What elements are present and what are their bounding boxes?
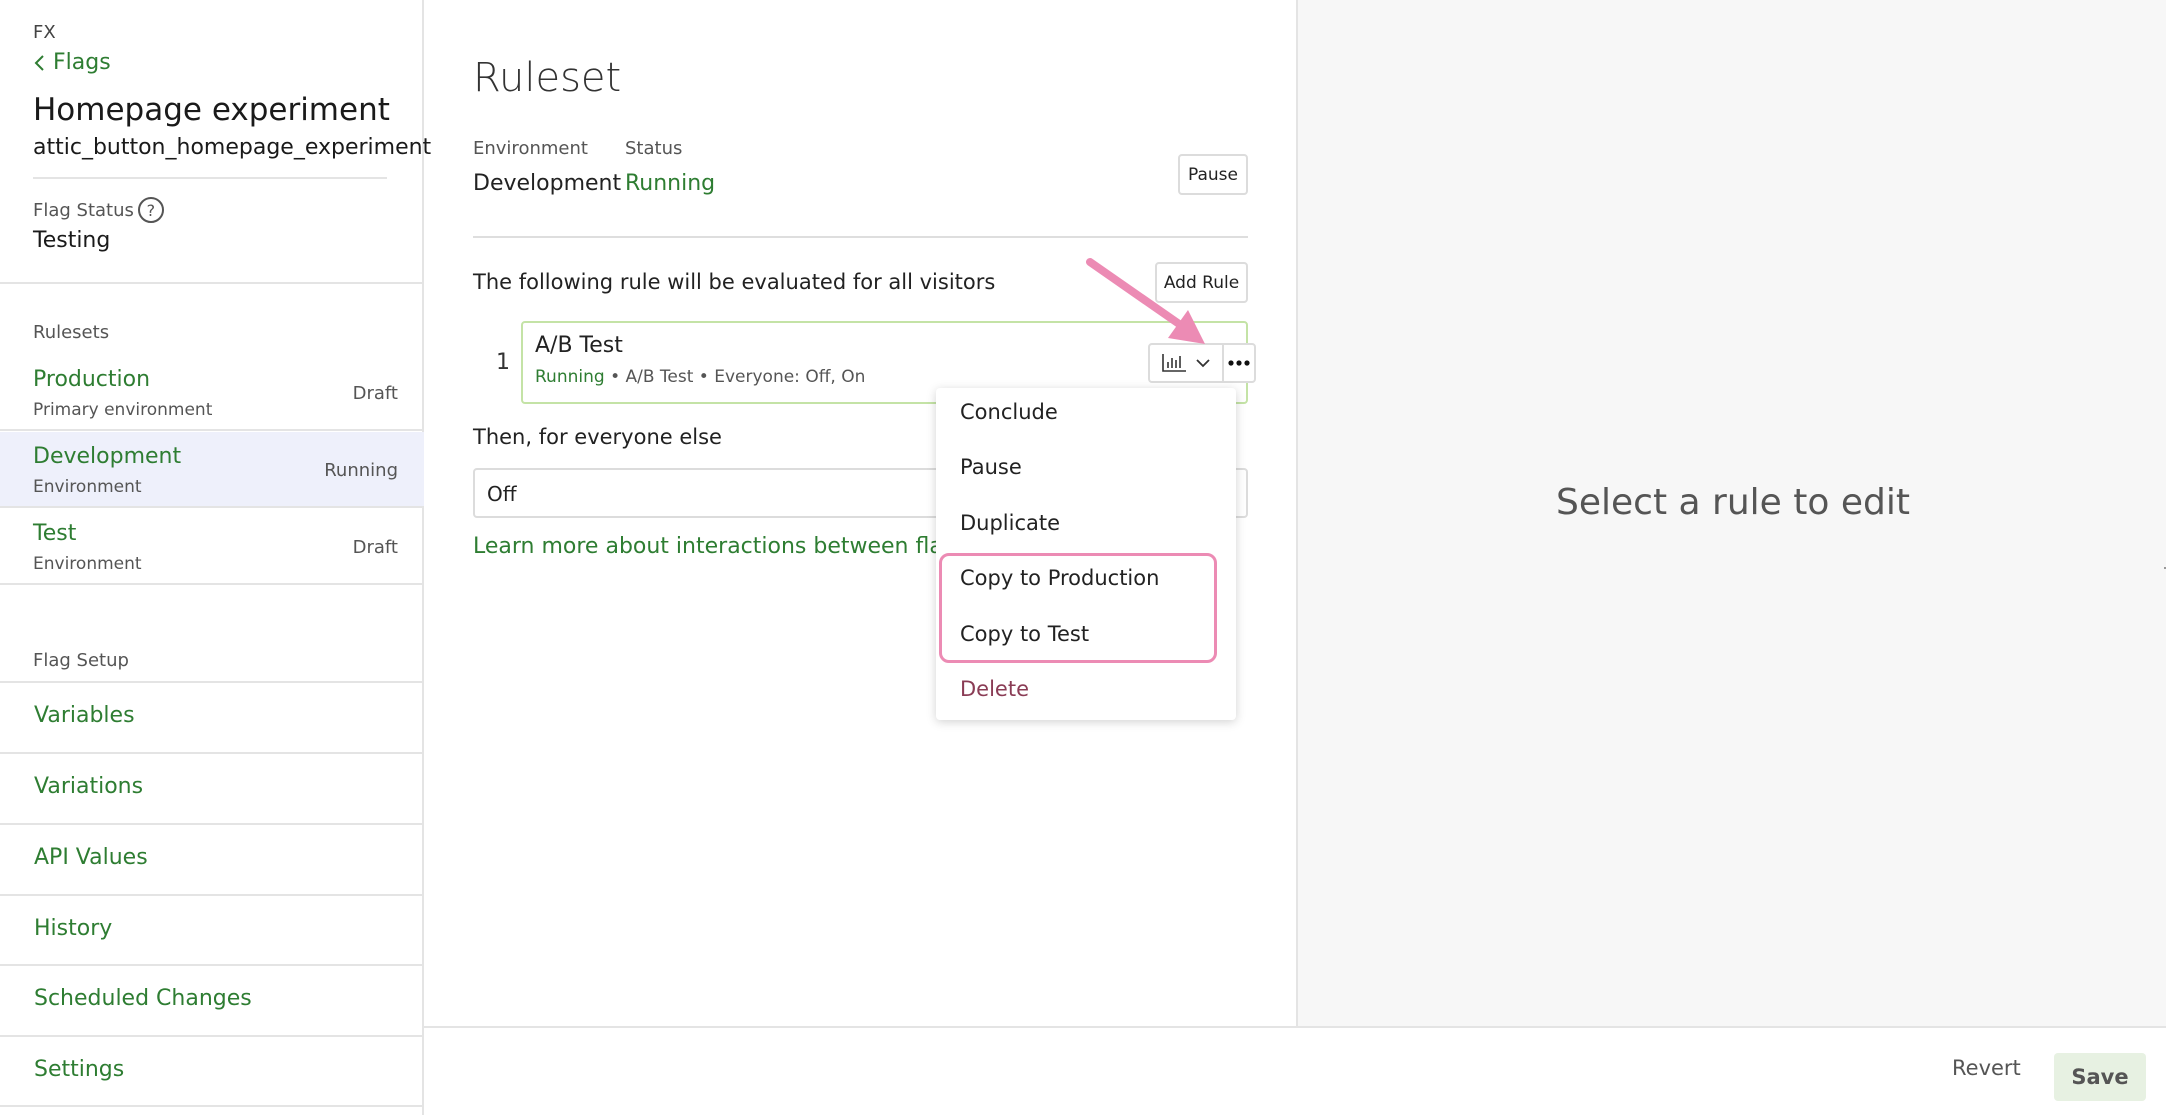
status-label: Status xyxy=(625,138,683,159)
pause-button[interactable]: Pause xyxy=(1178,154,1248,195)
sidebar: FX Flags Homepage experiment attic_butto… xyxy=(0,0,431,1115)
flag-key: attic_button_homepage_experiment xyxy=(33,135,432,160)
status-value: Running xyxy=(625,171,716,196)
flag-status-value: Testing xyxy=(33,228,111,253)
ruleset-subtitle: Primary environment xyxy=(33,400,213,420)
rule-name: A/B Test xyxy=(535,333,623,358)
menu-item-pause[interactable]: Pause xyxy=(960,455,1022,479)
more-options-button[interactable] xyxy=(1222,343,1256,383)
menu-item-conclude[interactable]: Conclude xyxy=(960,400,1058,424)
brand-label: FX xyxy=(33,22,56,43)
learn-more-link[interactable]: Learn more about interactions between fl… xyxy=(473,534,993,559)
menu-item-copy-to-production[interactable]: Copy to Production xyxy=(960,566,1159,590)
ruleset-subtitle: Environment xyxy=(33,554,142,574)
menu-item-copy-to-test[interactable]: Copy to Test xyxy=(960,622,1089,646)
ruleset-subtitle: Environment xyxy=(33,477,142,497)
add-rule-button[interactable]: Add Rule xyxy=(1155,262,1248,303)
ruleset-name: Test xyxy=(33,521,77,546)
menu-item-delete[interactable]: Delete xyxy=(960,677,1029,701)
setup-item-variables[interactable]: Variables xyxy=(0,681,424,752)
divider xyxy=(0,282,424,284)
divider xyxy=(33,177,387,179)
else-label: Then, for everyone else xyxy=(473,425,722,449)
rule-intro-text: The following rule will be evaluated for… xyxy=(473,270,996,294)
flag-title: Homepage experiment xyxy=(33,92,390,128)
chevron-down-icon xyxy=(1196,359,1210,368)
rule-editor-panel: Select a rule to edit xyxy=(1296,0,2166,1027)
environment-value: Development xyxy=(473,171,622,196)
rule-actions-menu: Conclude Pause Duplicate Copy to Product… xyxy=(936,388,1236,720)
setup-item-label: Variations xyxy=(34,774,144,799)
save-button[interactable]: Save xyxy=(2054,1053,2146,1101)
page-title: Ruleset xyxy=(473,55,622,101)
rulesets-heading: Rulesets xyxy=(33,322,110,343)
ruleset-item-test[interactable]: Test Environment Draft xyxy=(0,509,424,585)
rule-details: • A/B Test • Everyone: Off, On xyxy=(604,367,866,387)
setup-item-label: Scheduled Changes xyxy=(34,986,252,1011)
setup-item-label: History xyxy=(34,916,113,941)
setup-item-label: Settings xyxy=(34,1057,125,1082)
back-link-label: Flags xyxy=(53,50,111,75)
back-to-flags-link[interactable]: Flags xyxy=(33,50,111,75)
bar-chart-icon xyxy=(1162,354,1186,372)
flag-status-label-text: Flag Status xyxy=(33,199,134,221)
revert-button[interactable]: Revert xyxy=(1952,1056,2021,1080)
flag-status-label: Flag Status ? xyxy=(33,197,164,223)
divider xyxy=(473,236,1248,238)
chevron-left-icon xyxy=(34,54,44,71)
ruleset-state: Running xyxy=(324,460,398,481)
ruleset-name: Production xyxy=(33,367,151,392)
setup-item-label: API Values xyxy=(34,845,148,870)
rule-index: 1 xyxy=(496,350,510,375)
help-icon[interactable]: ? xyxy=(137,197,164,223)
ellipsis-icon xyxy=(1228,360,1250,366)
setup-item-variations[interactable]: Variations xyxy=(0,752,424,823)
menu-item-duplicate[interactable]: Duplicate xyxy=(960,511,1060,535)
setup-item-label: Variables xyxy=(34,703,135,728)
setup-item-api-values[interactable]: API Values xyxy=(0,823,424,894)
setup-item-history[interactable]: History xyxy=(0,894,424,965)
rule-meta: Running • A/B Test • Everyone: Off, On xyxy=(535,367,865,387)
ruleset-name: Development xyxy=(33,444,182,469)
ruleset-state: Draft xyxy=(352,537,398,558)
ruleset-state: Draft xyxy=(352,383,398,404)
ruleset-item-development[interactable]: Development Environment Running xyxy=(0,432,424,508)
environment-label: Environment xyxy=(473,138,588,159)
rule-status: Running xyxy=(535,367,605,387)
ruleset-item-production[interactable]: Production Primary environment Draft xyxy=(0,355,424,431)
empty-state-message: Select a rule to edit xyxy=(1556,482,1910,523)
flag-setup-heading: Flag Setup xyxy=(33,650,129,671)
footer-bar: Revert Save xyxy=(424,1026,2166,1115)
results-dropdown-button[interactable] xyxy=(1148,343,1224,383)
setup-item-scheduled-changes[interactable]: Scheduled Changes xyxy=(0,964,424,1035)
setup-item-settings[interactable]: Settings xyxy=(0,1035,424,1107)
default-variation-value: Off xyxy=(487,482,517,506)
